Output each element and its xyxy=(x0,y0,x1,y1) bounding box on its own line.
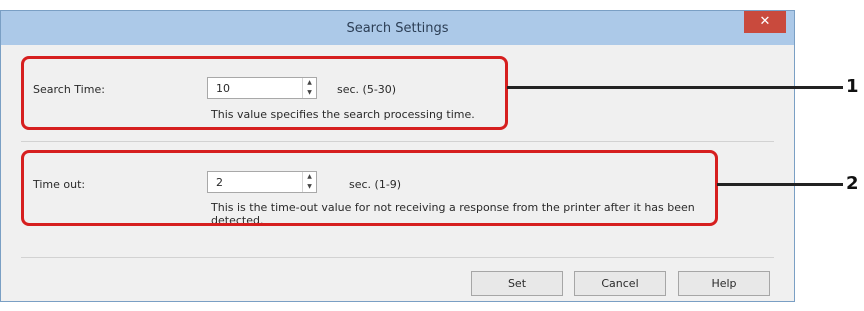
close-button[interactable]: ✕ xyxy=(744,11,786,33)
callout-line-2 xyxy=(717,183,843,186)
title-bar[interactable]: Search Settings ✕ xyxy=(1,11,794,45)
close-icon: ✕ xyxy=(759,14,771,29)
set-button[interactable]: Set xyxy=(471,271,563,296)
callout-number-2: 2 xyxy=(846,173,859,194)
help-button[interactable]: Help xyxy=(678,271,770,296)
dialog-title: Search Settings xyxy=(346,21,449,36)
callout-box-1 xyxy=(21,56,508,130)
separator xyxy=(21,257,774,258)
separator xyxy=(21,141,774,142)
callout-line-1 xyxy=(507,86,843,89)
callout-box-2 xyxy=(21,150,718,226)
callout-number-1: 1 xyxy=(846,76,859,97)
cancel-button[interactable]: Cancel xyxy=(574,271,666,296)
